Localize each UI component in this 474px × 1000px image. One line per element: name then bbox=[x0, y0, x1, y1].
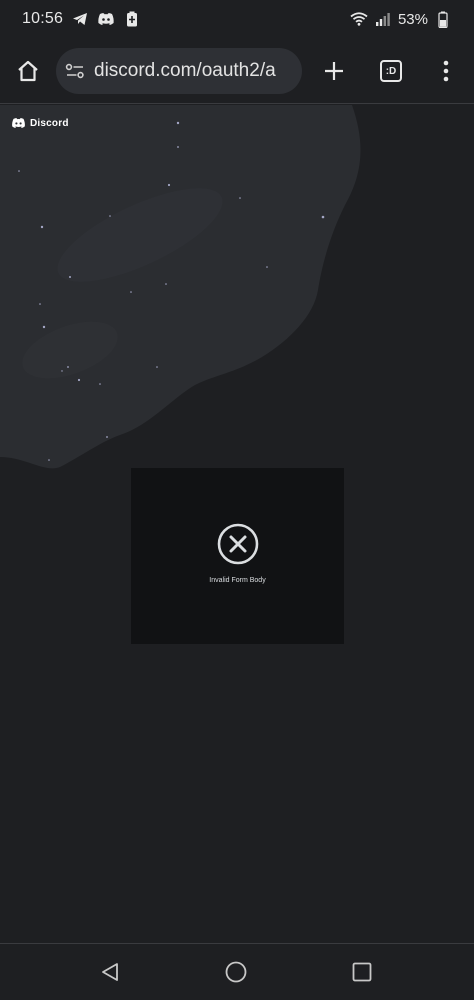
recents-button[interactable] bbox=[348, 958, 376, 986]
battery-percent: 53% bbox=[397, 10, 428, 28]
wifi-icon bbox=[350, 10, 368, 28]
back-triangle-icon bbox=[102, 963, 118, 981]
tab-switcher-icon: :D bbox=[380, 60, 402, 82]
more-vert-icon bbox=[443, 60, 449, 82]
url-text[interactable]: discord.com/oauth2/a bbox=[94, 60, 276, 82]
battery-saver-icon bbox=[123, 10, 141, 28]
signal-icon bbox=[374, 10, 392, 28]
site-settings-icon[interactable] bbox=[64, 60, 86, 82]
discord-icon bbox=[97, 10, 115, 28]
new-tab-button[interactable] bbox=[316, 53, 352, 89]
status-left: 10:56 bbox=[22, 10, 141, 28]
address-bar[interactable]: discord.com/oauth2/a bbox=[56, 48, 302, 94]
screen: 10:56 53% discord.com/oauth2/a:D Discor… bbox=[0, 0, 474, 1000]
error-card: Invalid Form Body bbox=[131, 468, 344, 644]
discord-logo: Discord bbox=[11, 117, 69, 129]
home-circle-icon bbox=[225, 961, 247, 983]
tab-switcher-button[interactable]: :D bbox=[373, 53, 409, 89]
tab-label: :D bbox=[385, 65, 397, 77]
brand-name: Discord bbox=[30, 117, 69, 129]
status-right: 53% bbox=[350, 10, 452, 28]
discord-icon bbox=[12, 118, 25, 128]
status-time: 10:56 bbox=[22, 10, 64, 27]
battery-icon bbox=[434, 10, 452, 28]
telegram-icon bbox=[71, 10, 89, 28]
home-nav-button[interactable] bbox=[222, 958, 250, 986]
navigation-bar bbox=[0, 943, 474, 1000]
plus-icon bbox=[325, 62, 343, 80]
web-page: Discord Invalid Form Body bbox=[0, 105, 474, 943]
error-x-circle-icon bbox=[217, 523, 258, 565]
recents-square-icon bbox=[352, 962, 372, 982]
home-button[interactable] bbox=[10, 53, 46, 89]
home-icon bbox=[18, 60, 38, 82]
status-bar: 10:56 53% bbox=[0, 0, 474, 38]
back-button[interactable] bbox=[96, 958, 124, 986]
more-menu-button[interactable] bbox=[428, 53, 464, 89]
browser-toolbar: discord.com/oauth2/a :D bbox=[0, 38, 474, 104]
error-message: Invalid Form Body bbox=[209, 577, 266, 584]
